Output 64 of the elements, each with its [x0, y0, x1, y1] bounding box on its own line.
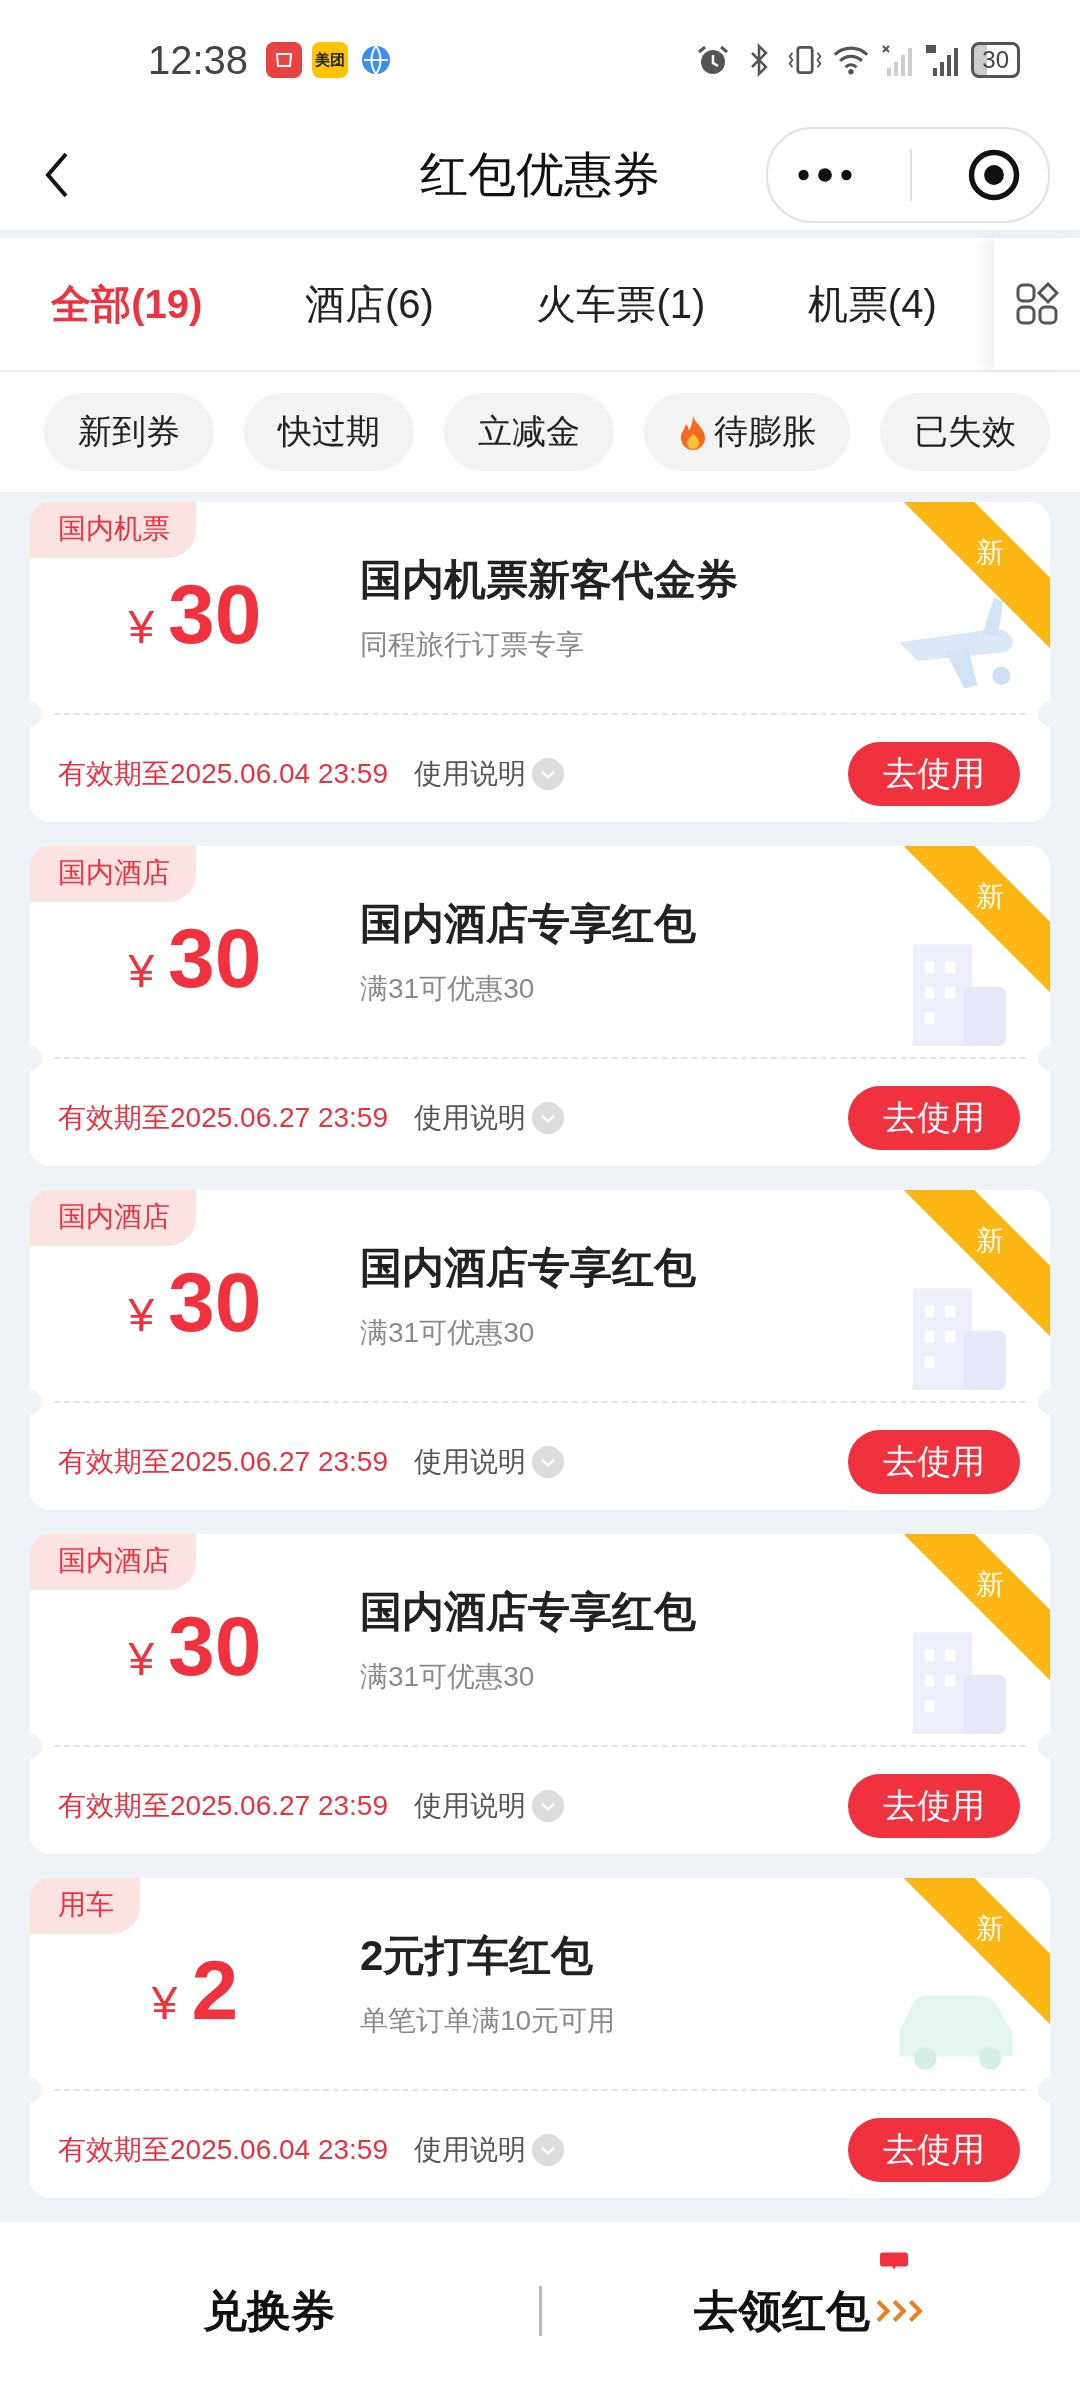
coupon-tag: 国内酒店 [30, 1190, 196, 1246]
chevron-down-icon[interactable] [532, 1102, 564, 1134]
use-button[interactable]: 去使用 [848, 2118, 1020, 2182]
coupon-amount: 30 [168, 916, 262, 1000]
coupon-tag: 国内酒店 [30, 1534, 196, 1590]
expiry-date: 有效期至2025.06.27 23:59 [58, 1445, 388, 1479]
coupon-amount: 30 [168, 1260, 262, 1344]
coupon-tag: 国内酒店 [30, 846, 196, 902]
coupon-condition: 满31可优惠30 [360, 972, 536, 1006]
usage-notes-link[interactable]: 使用说明 [414, 2131, 526, 2169]
currency-sign: ¥ [128, 944, 155, 998]
usage-notes-link[interactable]: 使用说明 [414, 1787, 526, 1825]
coupon-amount: 30 [168, 572, 262, 656]
use-button[interactable]: 去使用 [848, 1086, 1020, 1150]
coupon-title: 2元打车红包 [360, 1931, 595, 1981]
claim-coupons-button[interactable]: 去领红包 [693, 2281, 870, 2341]
coupon-amount: 2 [191, 1948, 239, 2032]
usage-notes-link[interactable]: 使用说明 [414, 755, 526, 793]
expiry-date: 有效期至2025.06.04 23:59 [58, 757, 388, 791]
category-tab[interactable]: 酒店(6) [304, 276, 434, 332]
usage-notes-link[interactable]: 使用说明 [414, 1443, 526, 1481]
app-icon: 美团 [312, 42, 349, 78]
usage-notes-link[interactable]: 使用说明 [414, 1099, 526, 1137]
coupon-title: 国内酒店专享红包 [360, 899, 696, 949]
category-tab[interactable]: 机票(4) [807, 276, 937, 332]
chevron-down-icon[interactable] [532, 1446, 564, 1478]
category-tab[interactable]: 火车票(1) [536, 276, 706, 332]
chevron-down-icon[interactable] [532, 758, 564, 790]
use-button[interactable]: 去使用 [848, 1430, 1020, 1494]
filter-chip[interactable]: 快过期 [244, 393, 414, 471]
currency-sign: ¥ [151, 1976, 178, 2030]
exchange-coupon-button[interactable]: 兑换券 [0, 2281, 539, 2341]
filter-chip[interactable]: 已失效 [880, 393, 1050, 471]
status-time: 12:38 [148, 37, 249, 83]
expiry-date: 有效期至2025.06.27 23:59 [58, 1789, 388, 1823]
currency-sign: ¥ [128, 1632, 155, 1686]
category-tab[interactable]: 全部(19) [51, 276, 203, 332]
coupon-title: 国内机票新客代金券 [360, 555, 738, 605]
coupon-condition: 同程旅行订票专享 [360, 628, 585, 662]
currency-sign: ¥ [128, 600, 155, 654]
filter-chip[interactable]: 立减金 [444, 393, 614, 471]
coupon-tag: 用车 [30, 1878, 140, 1934]
expiry-date: 有效期至2025.06.27 23:59 [58, 1101, 388, 1135]
currency-sign: ¥ [128, 1288, 155, 1342]
chevron-down-icon[interactable] [532, 1790, 564, 1822]
coupon-title: 国内酒店专享红包 [360, 1587, 696, 1637]
badge-icon [879, 2251, 908, 2270]
coupon-title: 国内酒店专享红包 [360, 1243, 696, 1293]
close-target-icon[interactable] [966, 148, 1021, 202]
coupon-amount: 30 [168, 1604, 262, 1688]
battery-icon: 30 [971, 42, 1020, 78]
expiry-date: 有效期至2025.06.04 23:59 [58, 2133, 388, 2167]
grid-icon[interactable] [1015, 282, 1059, 326]
chevron-down-icon[interactable] [532, 2134, 564, 2166]
shopping-bag-icon [266, 42, 303, 78]
filter-chip[interactable]: 新到券 [44, 393, 214, 471]
page-title: 红包优惠券 [420, 147, 660, 203]
coupon-tag: 国内机票 [30, 502, 196, 558]
use-button[interactable]: 去使用 [848, 1774, 1020, 1838]
filter-chip[interactable]: 待膨胀 [644, 393, 850, 471]
use-button[interactable]: 去使用 [848, 742, 1020, 806]
coupon-condition: 满31可优惠30 [360, 1660, 536, 1694]
coupon-condition: 单笔订单满10元可用 [360, 2004, 616, 2038]
coupon-condition: 满31可优惠30 [360, 1316, 536, 1350]
